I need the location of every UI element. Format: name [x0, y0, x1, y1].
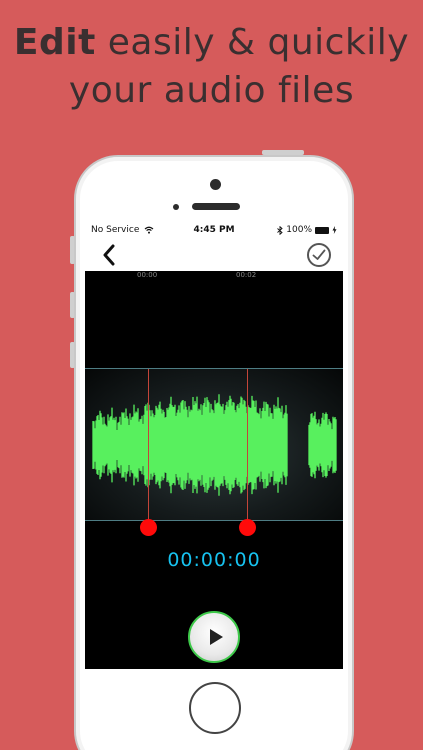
- timecode-display: 00:00:00: [167, 549, 261, 571]
- start-marker-line: [148, 369, 149, 522]
- carrier-label: No Service: [91, 225, 277, 235]
- timeline-label-start: 00:00: [137, 271, 158, 279]
- nav-bar: [85, 239, 343, 271]
- chevron-left-icon: [103, 244, 115, 266]
- battery-percent: 100%: [286, 225, 312, 235]
- charging-icon: [332, 226, 337, 234]
- headline-bold: Edit: [13, 22, 96, 63]
- end-marker-line: [247, 369, 248, 522]
- status-bar: No Service 4:45 PM 100%: [85, 221, 343, 239]
- wifi-icon: [144, 226, 154, 234]
- app-screen: No Service 4:45 PM 100% 00:00 00:02 00:0…: [85, 221, 343, 669]
- battery-icon: [315, 226, 329, 234]
- home-button: [189, 682, 241, 734]
- done-button[interactable]: [307, 243, 331, 267]
- headline-line2: your audio files: [68, 70, 355, 111]
- front-camera: [210, 179, 221, 190]
- headline: Edit easily & quickily your audio files: [0, 20, 423, 114]
- start-marker-handle[interactable]: [140, 519, 157, 536]
- waveform-area[interactable]: [85, 368, 343, 522]
- headline-rest: easily & quickily: [107, 22, 410, 63]
- bluetooth-icon: [277, 225, 283, 235]
- timeline-label-next: 00:02: [236, 271, 257, 279]
- waveform-path: [92, 394, 337, 496]
- checkmark-icon: [312, 249, 326, 260]
- end-marker-handle[interactable]: [239, 519, 256, 536]
- status-right: 100%: [277, 225, 337, 235]
- play-button[interactable]: [188, 611, 240, 663]
- phone-frame: No Service 4:45 PM 100% 00:00 00:02 00:0…: [74, 155, 354, 750]
- play-icon: [209, 629, 223, 645]
- waveform-graph: [92, 394, 337, 496]
- earpiece-speaker: [192, 203, 240, 210]
- proximity-sensor: [173, 204, 179, 210]
- carrier-text: No Service: [91, 225, 140, 235]
- back-button[interactable]: [99, 243, 119, 267]
